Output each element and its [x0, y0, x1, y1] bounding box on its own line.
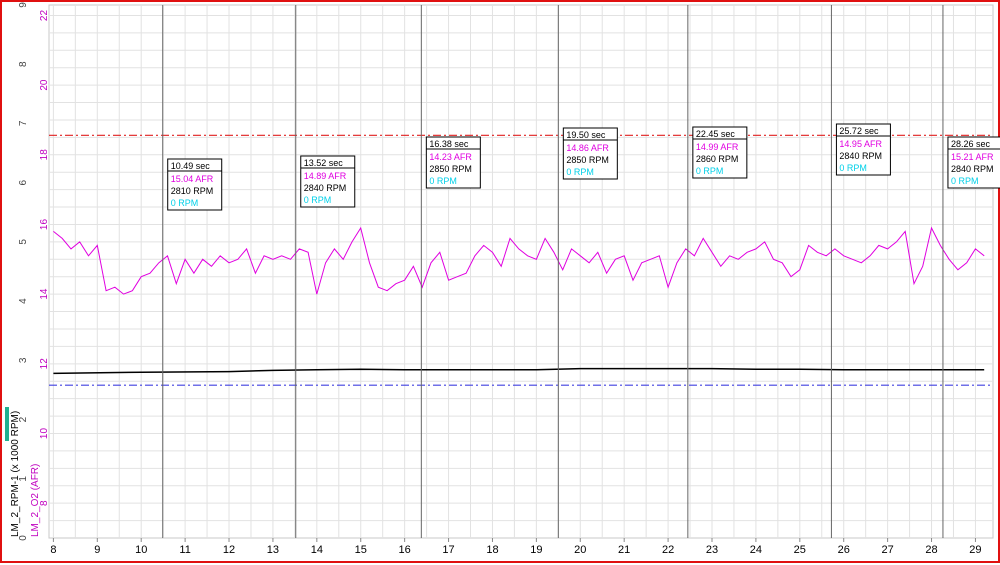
x-tick-label: 16	[399, 544, 411, 556]
afr-tick-label: 12	[39, 358, 50, 370]
cursor-readout[interactable]: 13.52 sec 14.89 AFR 2840 RPM 0 RPM	[300, 155, 356, 208]
cursor-readout-time: 10.49 sec	[171, 161, 211, 171]
cursor-readout-rpm2: 0 RPM	[951, 176, 979, 186]
cursor-readout-afr: 14.23 AFR	[429, 152, 472, 162]
chart-window: 8 9 10 11 12 13 14 15 16 17 18 19 20 21 22 23 24 25 26 27 28…	[0, 0, 1000, 563]
axis-labels: LM_2_RPM-1 (x 1000 RPM) LM_2_O2 (AFR)	[5, 407, 41, 537]
cursor-readout[interactable]: 22.45 sec 14.99 AFR 2860 RPM 0 RPM	[692, 126, 748, 179]
x-tick-label: 15	[355, 544, 367, 556]
cursor-readout-afr: 15.04 AFR	[171, 174, 214, 184]
x-tick-label: 21	[618, 544, 630, 556]
cursor-readout-afr: 15.21 AFR	[951, 152, 994, 162]
cursor-readout-rpm2: 0 RPM	[566, 167, 594, 177]
y-axis-label-rpm: LM_2_RPM-1 (x 1000 RPM)	[10, 411, 21, 537]
rpm-tick-label: 5	[18, 239, 29, 245]
rpm-axis-color-marker	[5, 407, 9, 441]
rpm-tick-label: 8	[18, 61, 29, 67]
cursor-readout[interactable]: 25.72 sec 14.95 AFR 2840 RPM 0 RPM	[835, 123, 891, 176]
rpm-tick-label: 4	[18, 298, 29, 304]
x-tick-label: 18	[486, 544, 498, 556]
cursor-readout-time: 22.45 sec	[696, 129, 736, 139]
x-tick-label: 9	[94, 544, 100, 556]
grid	[48, 4, 994, 539]
afr-tick-label: 20	[39, 79, 50, 91]
cursor-readout-rpm2: 0 RPM	[171, 198, 199, 208]
x-tick-label: 12	[223, 544, 235, 556]
x-tick-label: 23	[706, 544, 718, 556]
cursor-readout-time: 28.26 sec	[951, 139, 991, 149]
x-tick-label: 22	[662, 544, 674, 556]
cursor-readout-rpm: 2850 RPM	[429, 164, 472, 174]
x-tick-label: 11	[179, 544, 190, 556]
x-tick-label: 10	[135, 544, 147, 556]
x-tick-label: 8	[50, 544, 56, 556]
x-tick-label: 28	[925, 544, 937, 556]
afr-tick-label: 22	[39, 10, 50, 22]
x-tick-label: 14	[311, 544, 323, 556]
cursor-readout-rpm2: 0 RPM	[696, 166, 724, 176]
x-tick-label: 26	[838, 544, 850, 556]
cursor-readout-afr: 14.99 AFR	[696, 142, 739, 152]
cursor-readout-rpm: 2840 RPM	[839, 151, 882, 161]
cursor-readout-rpm2: 0 RPM	[429, 176, 457, 186]
cursor-readout-rpm: 2840 RPM	[951, 164, 994, 174]
rpm-tick-label: 3	[18, 357, 29, 363]
afr-tick-label: 18	[39, 149, 50, 161]
afr-tick-label: 16	[39, 219, 50, 231]
cursor-readout[interactable]: 16.38 sec 14.23 AFR 2850 RPM 0 RPM	[425, 136, 481, 189]
cursor-readout-rpm: 2850 RPM	[566, 155, 609, 165]
afr-tick-label: 14	[39, 288, 50, 300]
x-tick-label: 29	[969, 544, 981, 556]
cursor-readout-rpm2: 0 RPM	[839, 163, 867, 173]
cursor-readout-rpm2: 0 RPM	[304, 195, 332, 205]
x-tick-label: 25	[794, 544, 806, 556]
cursor-readout[interactable]: 19.50 sec 14.86 AFR 2850 RPM 0 RPM	[562, 127, 618, 180]
cursor-readout-afr: 14.89 AFR	[304, 171, 347, 181]
x-tick-label: 24	[750, 544, 762, 556]
cursor-readout-time: 25.72 sec	[839, 126, 879, 136]
x-tick-label: 17	[442, 544, 454, 556]
cursor-readout[interactable]: 10.49 sec 15.04 AFR 2810 RPM 0 RPM	[167, 158, 223, 211]
x-tick-label: 19	[530, 544, 542, 556]
rpm-tick-label: 9	[18, 2, 29, 8]
afr-rpm-chart: 8 9 10 11 12 13 14 15 16 17 18 19 20 21 22 23 24 25 26 27 28…	[5, 2, 1000, 556]
cursor-readout-rpm: 2860 RPM	[696, 154, 739, 164]
afr-tick-label: 10	[39, 428, 50, 440]
rpm-tick-label: 6	[18, 179, 29, 185]
y-axis-label-afr: LM_2_O2 (AFR)	[30, 464, 41, 537]
cursor-readout-time: 13.52 sec	[304, 158, 344, 168]
x-tick-label: 13	[267, 544, 279, 556]
rpm-tick-label: 7	[18, 120, 29, 126]
cursor-readout-afr: 14.95 AFR	[839, 139, 882, 149]
cursor-readout-rpm: 2810 RPM	[171, 186, 214, 196]
cursor-readout-time: 19.50 sec	[566, 130, 606, 140]
x-tick-label: 27	[881, 544, 893, 556]
cursor-readout-rpm: 2840 RPM	[304, 183, 347, 193]
cursor-readout-afr: 14.86 AFR	[566, 143, 609, 153]
cursor-readout-time: 16.38 sec	[429, 139, 469, 149]
x-tick-label: 20	[574, 544, 586, 556]
cursor-readout[interactable]: 28.26 sec 15.21 AFR 2840 RPM 0 RPM	[947, 136, 1000, 189]
